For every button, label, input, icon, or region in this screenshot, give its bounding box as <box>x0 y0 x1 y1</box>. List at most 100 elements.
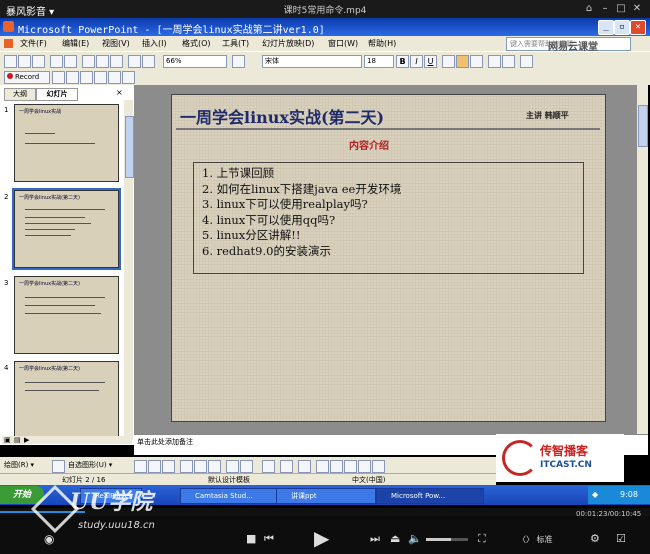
fill-color-icon[interactable] <box>262 460 275 473</box>
play-icon[interactable]: ▶ <box>314 526 329 550</box>
help-icon[interactable] <box>232 55 245 68</box>
tray-icon[interactable]: ◆ <box>592 490 598 499</box>
cut-icon[interactable] <box>82 55 95 68</box>
slide-thumbnail-3[interactable]: 一周学会linux实战(第二天) <box>14 276 119 354</box>
wordart-icon[interactable] <box>194 460 207 473</box>
zoom-select[interactable]: 66% <box>163 55 227 68</box>
player-maximize-icon[interactable]: □ <box>614 2 628 15</box>
info-icon[interactable] <box>122 71 135 84</box>
font-color-icon[interactable] <box>520 55 533 68</box>
line-icon[interactable] <box>134 460 147 473</box>
redo-icon[interactable] <box>142 55 155 68</box>
tab-slides[interactable]: 幻灯片 <box>36 88 78 101</box>
taskbar-item[interactable]: Microsoft Pow... <box>376 488 484 504</box>
record-button[interactable]: Record <box>4 71 50 84</box>
taskbar-item[interactable]: 讲课ppt <box>276 488 376 504</box>
align-right-icon[interactable] <box>470 55 483 68</box>
settings-icon[interactable] <box>108 71 121 84</box>
scroll-thumb[interactable] <box>125 116 134 178</box>
preview-icon[interactable] <box>64 55 77 68</box>
dash-style-icon[interactable] <box>330 460 343 473</box>
volume-slider[interactable] <box>426 538 468 541</box>
menu-slideshow[interactable]: 幻灯片放映(D) <box>262 38 314 49</box>
font-color-draw-icon[interactable] <box>298 460 311 473</box>
previous-icon[interactable]: ⏮ <box>264 532 274 546</box>
numbering-icon[interactable] <box>488 55 501 68</box>
slide-thumbnail-1[interactable]: 一周学会linux实战 <box>14 104 119 182</box>
slide-scroll-thumb[interactable] <box>638 105 648 147</box>
draw-menu[interactable]: 绘图(R) ▾ <box>4 460 34 470</box>
playlist-icon[interactable]: ☑ <box>616 532 626 545</box>
system-tray: ◆ <box>588 486 650 504</box>
print-icon[interactable] <box>50 55 63 68</box>
eye-icon[interactable]: ◉ <box>44 532 54 546</box>
copy-icon[interactable] <box>96 55 109 68</box>
open-icon[interactable] <box>18 55 31 68</box>
player-pin-icon[interactable]: ⌂ <box>582 2 596 15</box>
paste-icon[interactable] <box>110 55 123 68</box>
font-size-select[interactable]: 18 <box>364 55 394 68</box>
diagram-icon[interactable] <box>208 460 221 473</box>
player-minimize-icon[interactable]: – <box>598 2 612 15</box>
slide-title[interactable]: 一周学会linux实战(第二天) <box>180 104 384 128</box>
menu-edit[interactable]: 编辑(E) <box>62 38 89 49</box>
line-color-icon[interactable] <box>280 460 293 473</box>
clipart-icon[interactable] <box>226 460 239 473</box>
audio-icon[interactable] <box>80 71 93 84</box>
select-arrow-icon[interactable] <box>52 460 65 473</box>
slide-thumbnail-4[interactable]: 一周学会linux实战(第二天) <box>14 361 119 439</box>
autoshapes-menu[interactable]: 自选图形(U) ▾ <box>68 460 112 470</box>
settings-icon[interactable]: ⚙ <box>590 532 600 545</box>
menu-view[interactable]: 视图(V) <box>102 38 130 49</box>
taskbar-item[interactable]: Camtasia Stud... <box>180 488 278 504</box>
slideshow-view-icon[interactable]: ▶ <box>24 436 29 444</box>
webcam-icon[interactable] <box>94 71 107 84</box>
line-style-icon[interactable] <box>316 460 329 473</box>
sorter-view-icon[interactable]: ▤ <box>14 436 21 444</box>
powerpoint-app-icon <box>3 21 14 32</box>
bullets-icon[interactable] <box>502 55 515 68</box>
ppt-restore-button[interactable]: ▫ <box>614 20 630 35</box>
next-icon[interactable]: ⏭ <box>370 532 380 546</box>
picture-icon[interactable] <box>240 460 253 473</box>
shadow-icon[interactable] <box>358 460 371 473</box>
align-center-icon[interactable] <box>456 55 469 68</box>
new-icon[interactable] <box>4 55 17 68</box>
arrow-style-icon[interactable] <box>344 460 357 473</box>
camera-icon[interactable] <box>52 71 65 84</box>
3d-icon[interactable] <box>372 460 385 473</box>
eject-icon[interactable]: ⏏ <box>390 532 400 545</box>
normal-view-icon[interactable]: ▣ <box>4 436 11 444</box>
font-name-select[interactable]: 宋体 <box>262 55 362 68</box>
ppt-close-button[interactable]: ✕ <box>630 20 646 35</box>
thumbnail-title: 一周学会linux实战(第二天) <box>19 195 80 201</box>
stop-icon[interactable]: ■ <box>246 532 256 545</box>
player-close-icon[interactable]: ✕ <box>630 2 644 15</box>
volume-level <box>426 538 452 541</box>
bold-button[interactable]: B <box>396 55 409 68</box>
menu-tools[interactable]: 工具(T) <box>222 38 249 49</box>
mode-button[interactable]: 〈〉 标准 <box>518 534 553 545</box>
menu-insert[interactable]: 插入(I) <box>142 38 167 49</box>
textbox-icon[interactable] <box>180 460 193 473</box>
fullscreen-icon[interactable]: ⛶ <box>478 532 486 546</box>
screen-icon[interactable] <box>66 71 79 84</box>
align-left-icon[interactable] <box>442 55 455 68</box>
menu-window[interactable]: 窗口(W) <box>328 38 358 49</box>
undo-icon[interactable] <box>128 55 141 68</box>
thumbnail-scrollbar[interactable] <box>124 100 134 440</box>
oval-icon[interactable] <box>162 460 175 473</box>
menu-format[interactable]: 格式(O) <box>182 38 211 49</box>
close-pane-icon[interactable]: × <box>116 88 123 97</box>
menu-help[interactable]: 帮助(H) <box>368 38 396 49</box>
slide-scrollbar[interactable] <box>637 85 648 434</box>
volume-icon[interactable]: 🔈 <box>408 532 422 545</box>
rectangle-icon[interactable] <box>148 460 161 473</box>
underline-button[interactable]: U <box>424 55 437 68</box>
italic-button[interactable]: I <box>410 55 423 68</box>
save-icon[interactable] <box>32 55 45 68</box>
ppt-minimize-button[interactable]: _ <box>598 20 614 35</box>
tab-outline[interactable]: 大纲 <box>4 88 36 101</box>
menu-file[interactable]: 文件(F) <box>20 38 47 49</box>
slide-thumbnail-2[interactable]: 一周学会linux实战(第二天) <box>12 188 121 270</box>
